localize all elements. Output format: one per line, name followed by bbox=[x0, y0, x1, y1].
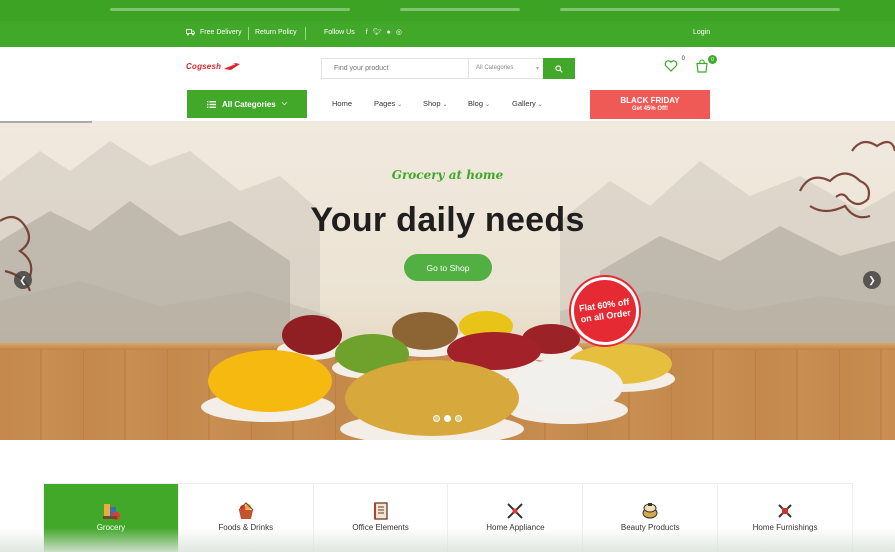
all-categories-button[interactable]: All Categories ⌵ bbox=[187, 90, 307, 118]
black-friday-promo[interactable]: BLACK FRIDAY Get 45% Off! bbox=[590, 90, 710, 119]
beauty-products-icon bbox=[642, 503, 658, 519]
heart-icon bbox=[664, 60, 678, 72]
follow-us-label: Follow Us bbox=[324, 29, 355, 36]
chevron-down-icon: ⌄ bbox=[537, 102, 543, 108]
category-label: Home Furnishings bbox=[752, 523, 818, 532]
nav-home[interactable]: Home bbox=[332, 99, 352, 108]
return-policy[interactable]: Return Policy bbox=[255, 29, 297, 36]
category-home-furnishings[interactable]: Home Furnishings bbox=[718, 484, 852, 552]
login-link[interactable]: Login bbox=[693, 29, 710, 36]
nav-shop[interactable]: Shop ⌄ bbox=[423, 99, 448, 108]
nav-blog-label: Blog bbox=[468, 99, 484, 108]
chevron-down-icon: ⌵ bbox=[281, 100, 288, 107]
nav-home-label: Home bbox=[332, 99, 353, 108]
cart-button[interactable]: 0 bbox=[695, 55, 717, 77]
nav-shop-label: Shop bbox=[423, 99, 441, 108]
follow-us: Follow Us f 🐦︎ ● ◎ bbox=[324, 29, 402, 36]
chevron-down-icon: ▾ bbox=[535, 66, 539, 72]
logo-text: Cogsesh bbox=[186, 62, 222, 71]
home-furnishings-icon bbox=[778, 504, 792, 518]
free-delivery[interactable]: Free Delivery bbox=[186, 29, 242, 36]
category-select-value: All Categories bbox=[476, 65, 514, 71]
menu-icon bbox=[206, 100, 216, 108]
shopping-bag-icon bbox=[696, 59, 708, 73]
category-strip: Grocery Foods & Drinks Office Elements H… bbox=[43, 483, 853, 552]
category-label: Grocery bbox=[96, 523, 126, 532]
wishlist-count: 0 bbox=[681, 56, 685, 62]
free-delivery-label: Free Delivery bbox=[200, 29, 242, 36]
category-grocery[interactable]: Grocery bbox=[44, 484, 179, 552]
foods-drinks-icon bbox=[238, 502, 254, 519]
nav-pages[interactable]: Pages ⌄ bbox=[374, 99, 402, 108]
category-label: Home Appliance bbox=[486, 523, 545, 532]
category-label: Office Elements bbox=[352, 523, 409, 532]
all-categories-label: All Categories bbox=[221, 99, 276, 109]
search-icon bbox=[555, 64, 563, 73]
grain-bowls-image bbox=[201, 311, 675, 440]
promo-title: BLACK FRIDAY bbox=[620, 96, 680, 105]
page: Free Delivery Return Policy Follow Us f … bbox=[0, 0, 895, 552]
chevron-down-icon: ⌄ bbox=[485, 102, 491, 108]
top-bar: Free Delivery Return Policy Follow Us f … bbox=[0, 21, 895, 47]
truck-icon bbox=[186, 29, 195, 36]
return-policy-label: Return Policy bbox=[255, 29, 297, 36]
logo[interactable]: Cogsesh bbox=[186, 62, 241, 71]
slider-dot[interactable] bbox=[455, 415, 462, 422]
hero-slider: Grocery at home Your daily needs Go to S… bbox=[0, 121, 895, 440]
category-beauty-products[interactable]: Beauty Products bbox=[583, 484, 719, 552]
pinterest-icon[interactable]: ● bbox=[387, 29, 391, 36]
nav-gallery[interactable]: Gallery ⌄ bbox=[512, 99, 543, 108]
slider-dot[interactable] bbox=[433, 415, 440, 422]
twitter-icon[interactable]: 🐦︎ bbox=[373, 29, 382, 36]
category-office-elements[interactable]: Office Elements bbox=[313, 484, 449, 552]
promo-subtitle: Get 45% Off! bbox=[631, 106, 668, 112]
facebook-icon[interactable]: f bbox=[366, 29, 368, 36]
header: Cogsesh All Categories ▾ 0 0 bbox=[0, 47, 895, 89]
search-input[interactable] bbox=[322, 59, 468, 78]
nav-gallery-label: Gallery bbox=[512, 99, 536, 108]
search-button[interactable] bbox=[543, 58, 575, 79]
grocery-icon bbox=[102, 504, 120, 520]
category-home-appliance[interactable]: Home Appliance bbox=[448, 484, 584, 552]
main-nav: All Categories ⌵ Home Pages ⌄ Shop ⌄ Blog ⌄… bbox=[0, 89, 895, 121]
chevron-down-icon: ⌄ bbox=[442, 102, 448, 108]
instagram-icon[interactable]: ◎ bbox=[396, 29, 402, 36]
cart-count-badge: 0 bbox=[708, 55, 717, 64]
category-foods-drinks[interactable]: Foods & Drinks bbox=[178, 484, 314, 552]
nav-blog[interactable]: Blog ⌄ bbox=[468, 99, 490, 108]
wishlist-button[interactable]: 0 bbox=[664, 56, 685, 77]
search-bar: All Categories ▾ bbox=[321, 58, 575, 79]
chevron-down-icon: ⌄ bbox=[397, 102, 403, 108]
login-label: Login bbox=[693, 29, 711, 36]
office-elements-icon bbox=[373, 502, 388, 520]
slider-dot-active[interactable] bbox=[444, 415, 451, 422]
category-select[interactable]: All Categories ▾ bbox=[468, 59, 545, 78]
logo-mark-icon bbox=[224, 63, 241, 70]
slider-dots bbox=[433, 415, 462, 422]
category-label: Beauty Products bbox=[620, 523, 680, 532]
nav-pages-label: Pages bbox=[374, 99, 396, 108]
top-strip bbox=[0, 0, 895, 21]
home-appliance-icon bbox=[507, 503, 524, 519]
category-label: Foods & Drinks bbox=[218, 523, 274, 532]
